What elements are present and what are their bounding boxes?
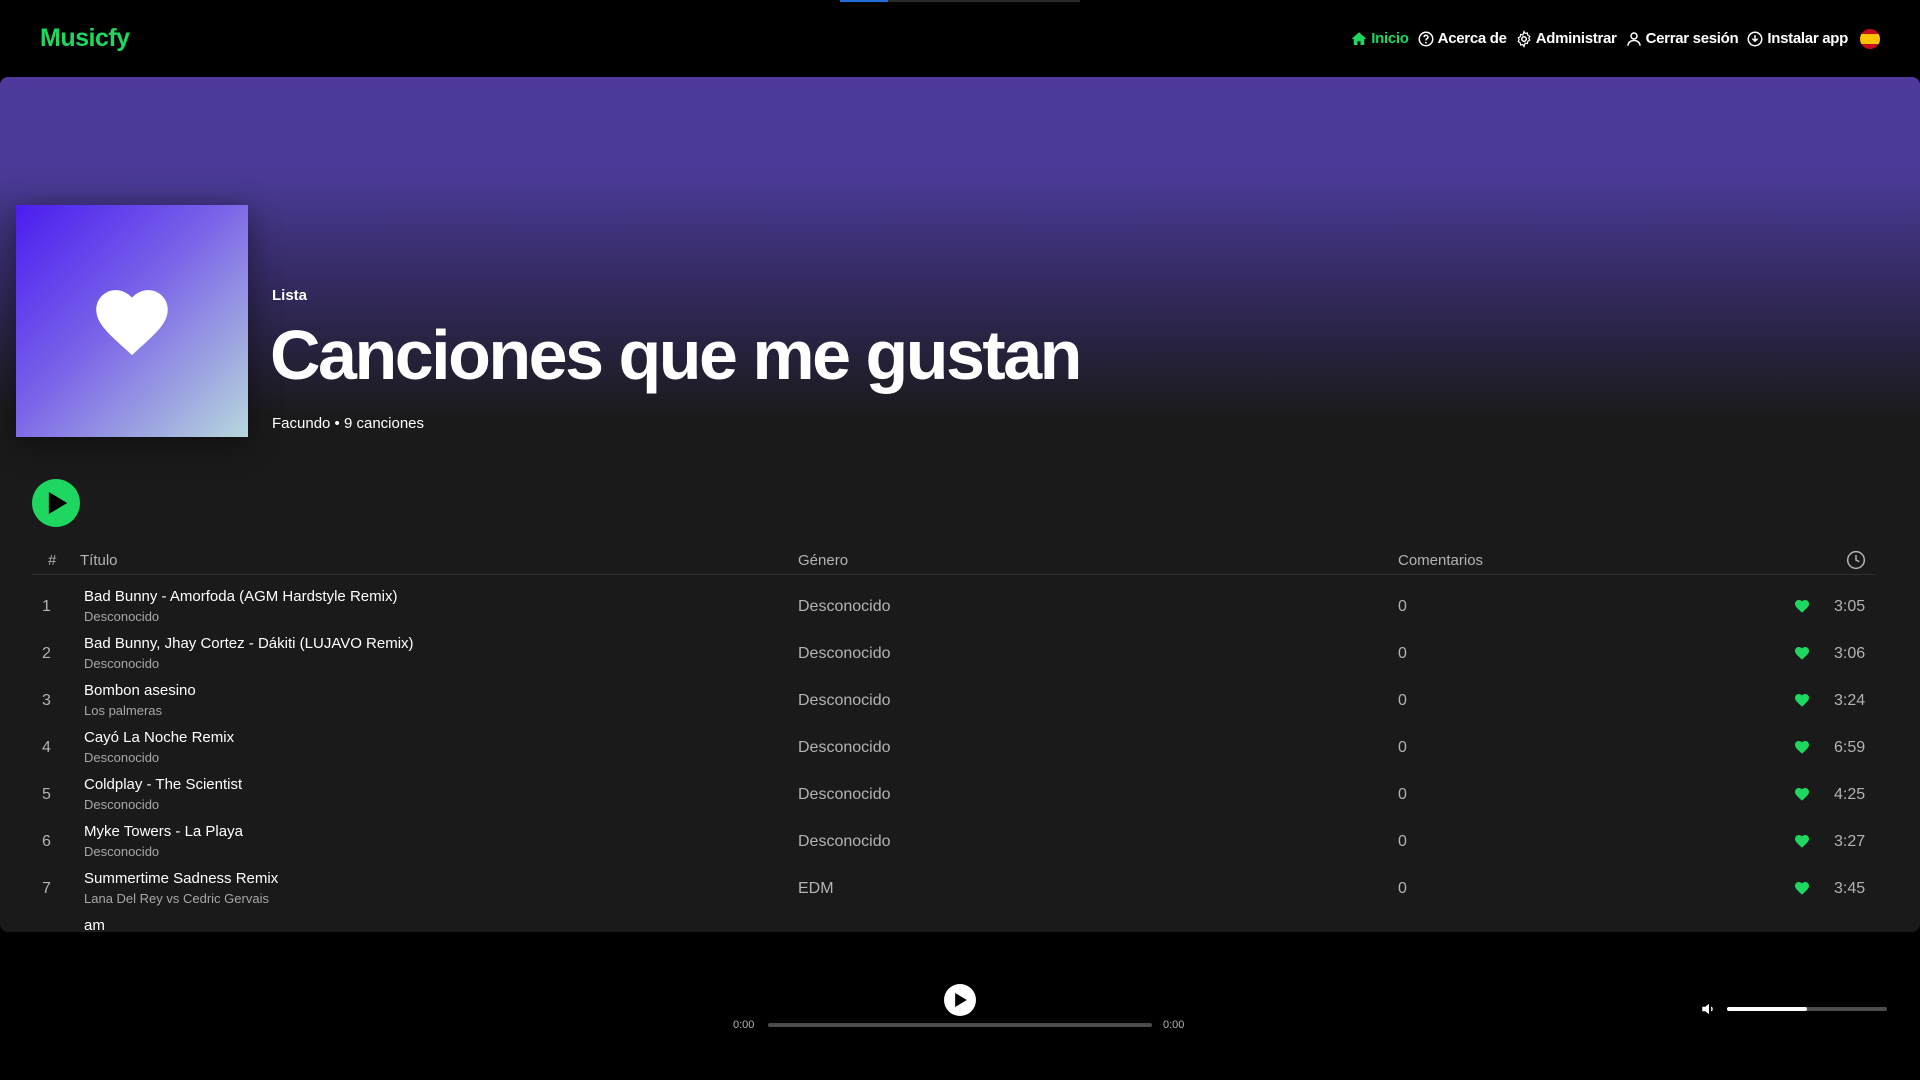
- track-duration: 3:06: [1834, 645, 1866, 662]
- player-play-button[interactable]: [944, 984, 976, 1016]
- track-genre: Desconocido: [798, 645, 891, 662]
- track-duration: 3:27: [1834, 833, 1866, 850]
- track-number: 5: [42, 786, 51, 803]
- question-icon: [1418, 31, 1434, 46]
- table-row[interactable]: 5 Coldplay - The Scientist Desconocido D…: [32, 770, 1876, 817]
- playback-progress-slider[interactable]: [768, 1023, 1152, 1027]
- table-row[interactable]: 4 Cayó La Noche Remix Desconocido Descon…: [32, 723, 1876, 770]
- track-title[interactable]: Myke Towers - La Playa: [84, 823, 243, 840]
- track-comments: 0: [1398, 598, 1407, 615]
- track-list: 1 Bad Bunny - Amorfoda (AGM Hardstyle Re…: [32, 582, 1876, 932]
- nav-administrar[interactable]: Administrar: [1515, 29, 1617, 48]
- table-row[interactable]: 2 Bad Bunny, Jhay Cortez - Dákiti (LUJAV…: [32, 629, 1876, 676]
- nav-instalar-app[interactable]: Instalar app: [1746, 30, 1848, 48]
- track-genre: Desconocido: [798, 833, 891, 850]
- track-artist[interactable]: Desconocido: [84, 609, 159, 624]
- track-number: 1: [42, 598, 51, 615]
- track-title[interactable]: Cayó La Noche Remix: [84, 729, 234, 746]
- home-icon: [1351, 31, 1367, 45]
- col-title-header: Título: [80, 552, 118, 569]
- track-title[interactable]: Summertime Sadness Remix: [84, 870, 278, 887]
- track-artist[interactable]: Desconocido: [84, 750, 159, 765]
- nav-label: Inicio: [1371, 30, 1409, 47]
- track-comments: 0: [1398, 880, 1407, 897]
- like-heart-icon[interactable]: [1794, 787, 1810, 801]
- play-icon: [48, 492, 68, 514]
- nav-cerrar-sesion[interactable]: Cerrar sesión: [1625, 30, 1739, 48]
- like-heart-icon[interactable]: [1794, 834, 1810, 848]
- like-heart-icon[interactable]: [1794, 599, 1810, 613]
- track-artist[interactable]: Lana Del Rey vs Cedric Gervais: [84, 891, 269, 906]
- col-comments-header: Comentarios: [1398, 552, 1484, 569]
- table-row[interactable]: 1 Bad Bunny - Amorfoda (AGM Hardstyle Re…: [32, 582, 1876, 629]
- track-number: 6: [42, 833, 51, 850]
- track-genre: Desconocido: [798, 786, 891, 803]
- nav-label: Instalar app: [1767, 30, 1848, 47]
- track-title[interactable]: am: [84, 917, 105, 932]
- track-number: 7: [42, 880, 51, 897]
- download-icon: [1747, 31, 1763, 46]
- nav-label: Cerrar sesión: [1645, 30, 1739, 47]
- playlist-title: Canciones que me gustan: [270, 316, 1082, 394]
- gear-icon: [1517, 29, 1531, 48]
- playlist-meta: Facundo • 9 canciones: [272, 415, 425, 432]
- track-title[interactable]: Bad Bunny - Amorfoda (AGM Hardstyle Remi…: [84, 588, 397, 605]
- nav-inicio[interactable]: Inicio: [1350, 30, 1409, 48]
- volume-icon[interactable]: [1700, 1000, 1718, 1018]
- playlist-type-label: Lista: [272, 287, 308, 304]
- app-logo[interactable]: Musicfy: [40, 24, 130, 53]
- play-playlist-button[interactable]: [32, 479, 80, 527]
- track-artist[interactable]: Desconocido: [84, 656, 159, 671]
- nav-label: Acerca de: [1437, 30, 1507, 47]
- clock-icon: [1846, 550, 1866, 570]
- playlist-panel: Lista Canciones que me gustan Facundo • …: [0, 77, 1920, 932]
- top-header: Musicfy Inicio Acerca de Administrar Cer…: [0, 0, 1920, 77]
- table-row[interactable]: 7 Summertime Sadness Remix Lana Del Rey …: [32, 864, 1876, 911]
- like-heart-icon[interactable]: [1794, 646, 1810, 660]
- spain-flag-icon[interactable]: [1860, 28, 1880, 49]
- track-title[interactable]: Bad Bunny, Jhay Cortez - Dákiti (LUJAVO …: [84, 635, 414, 652]
- track-number: 3: [42, 692, 51, 709]
- play-icon: [955, 993, 967, 1007]
- track-title[interactable]: Coldplay - The Scientist: [84, 776, 242, 793]
- like-heart-icon[interactable]: [1794, 693, 1810, 707]
- col-genre-header: Género: [798, 552, 849, 569]
- track-genre: Desconocido: [798, 692, 891, 709]
- track-comments: 0: [1398, 692, 1407, 709]
- track-duration: 6:59: [1834, 739, 1866, 756]
- track-duration: 3:05: [1834, 598, 1866, 615]
- track-genre: EDM: [798, 880, 834, 897]
- track-comments: 0: [1398, 645, 1407, 662]
- nav-acerca-de[interactable]: Acerca de: [1417, 30, 1507, 48]
- track-title[interactable]: Bombon asesino: [84, 682, 196, 699]
- table-row[interactable]: 3 Bombon asesino Los palmeras Desconocid…: [32, 676, 1876, 723]
- col-number-header: #: [48, 552, 57, 569]
- table-row[interactable]: am: [32, 911, 1876, 932]
- track-comments: 0: [1398, 833, 1407, 850]
- table-row[interactable]: 6 Myke Towers - La Playa Desconocido Des…: [32, 817, 1876, 864]
- volume-slider[interactable]: [1727, 1007, 1887, 1011]
- track-genre: Desconocido: [798, 739, 891, 756]
- track-number: 4: [42, 739, 51, 756]
- track-genre: Desconocido: [798, 598, 891, 615]
- table-header: # Título Género Comentarios: [32, 545, 1876, 575]
- track-artist[interactable]: Desconocido: [84, 844, 159, 859]
- track-comments: 0: [1398, 739, 1407, 756]
- track-artist[interactable]: Desconocido: [84, 797, 159, 812]
- playlist-cover: [16, 205, 248, 437]
- total-time: 0:00: [1163, 1019, 1185, 1031]
- like-heart-icon[interactable]: [1794, 740, 1810, 754]
- track-duration: 3:24: [1834, 692, 1866, 709]
- like-heart-icon[interactable]: [1794, 881, 1810, 895]
- top-nav: Inicio Acerca de Administrar Cerrar sesi…: [1350, 28, 1880, 49]
- current-time: 0:00: [733, 1019, 755, 1031]
- nav-label: Administrar: [1535, 30, 1617, 47]
- track-artist[interactable]: Los palmeras: [84, 703, 162, 718]
- track-duration: 3:45: [1834, 880, 1866, 897]
- heart-icon: [96, 290, 168, 356]
- track-duration: 4:25: [1834, 786, 1866, 803]
- user-icon: [1626, 31, 1641, 46]
- track-number: 2: [42, 645, 51, 662]
- track-comments: 0: [1398, 786, 1407, 803]
